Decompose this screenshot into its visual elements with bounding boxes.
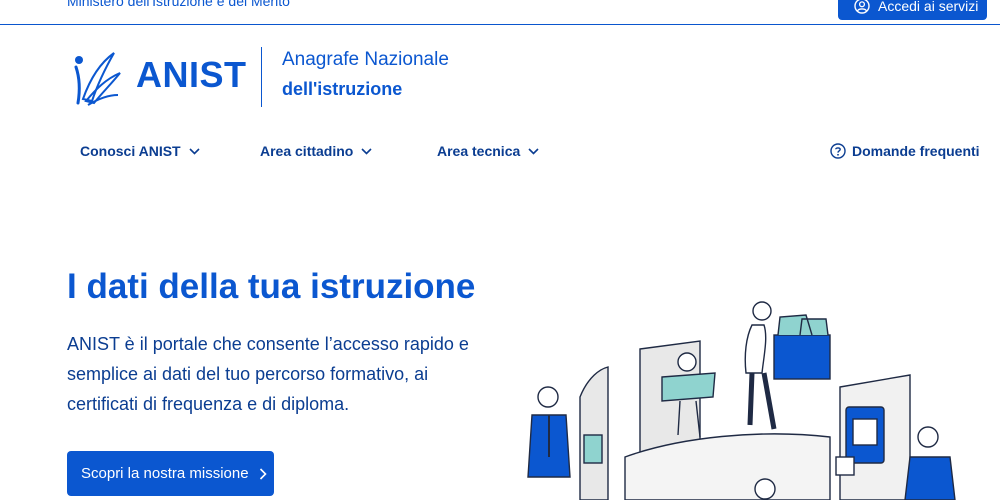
faq-label: Domande frequenti: [852, 143, 980, 159]
hero-section: I dati della tua istruzione ANIST è il p…: [0, 177, 1000, 500]
chevron-down-icon: [528, 147, 539, 155]
chevron-down-icon: [189, 147, 200, 155]
chevron-right-icon: [259, 467, 267, 480]
ministry-link[interactable]: Ministero dell'Istruzione e del Merito: [67, 0, 290, 9]
mission-button-label: Scopri la nostra missione: [81, 465, 249, 482]
site-header: ANIST Anagrafe Nazionale dell'istruzione…: [0, 25, 1000, 177]
nav-item-faq[interactable]: Domande frequenti: [830, 143, 980, 159]
mission-button[interactable]: Scopri la nostra missione: [67, 451, 274, 496]
user-circle-icon: [854, 0, 870, 14]
anist-logo-icon[interactable]: [70, 49, 122, 107]
nav-item-area-cittadino[interactable]: Area cittadino: [260, 143, 372, 159]
logo-text[interactable]: ANIST: [136, 54, 247, 96]
hero-illustration: [527, 301, 956, 500]
logo-divider: [261, 47, 262, 107]
chevron-down-icon: [361, 147, 372, 155]
hero-title: I dati della tua istruzione: [67, 267, 476, 306]
nav-item-label: Conosci ANIST: [80, 143, 181, 159]
login-button[interactable]: Accedi ai servizi: [838, 0, 987, 20]
nav-item-area-tecnica[interactable]: Area tecnica: [437, 143, 539, 159]
site-subtitle-line1: Anagrafe Nazionale: [282, 49, 449, 70]
top-bar: Ministero dell'Istruzione e del Merito A…: [0, 0, 1000, 25]
nav-item-label: Area tecnica: [437, 143, 521, 159]
site-subtitle-line2: dell'istruzione: [282, 79, 403, 99]
question-circle-icon: [830, 143, 846, 159]
hero-description: ANIST è il portale che consente l’access…: [67, 334, 469, 414]
login-button-label: Accedi ai servizi: [878, 0, 979, 14]
nav-item-label: Area cittadino: [260, 143, 354, 159]
nav-item-conosci-anist[interactable]: Conosci ANIST: [80, 143, 200, 159]
